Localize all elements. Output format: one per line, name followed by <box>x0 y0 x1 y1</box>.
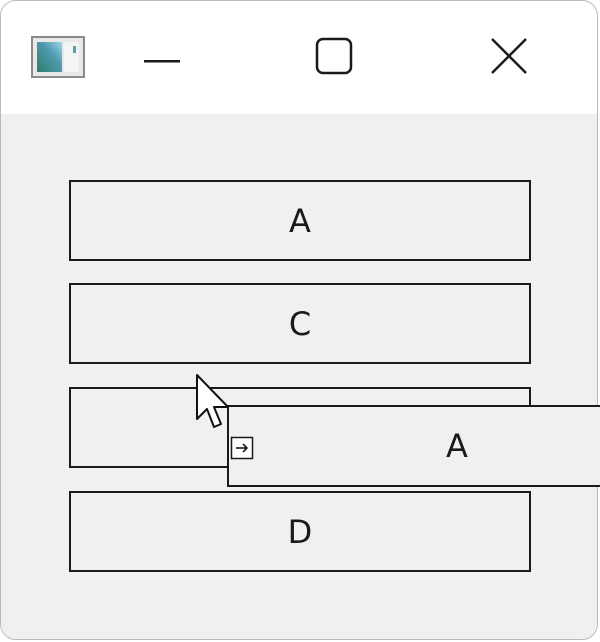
app-window-icon <box>31 36 85 78</box>
close-icon <box>489 36 529 80</box>
button-label: A <box>289 201 311 240</box>
maximize-button[interactable] <box>304 31 364 85</box>
minimize-icon <box>142 49 182 68</box>
title-bar[interactable] <box>1 1 597 114</box>
button-label: C <box>288 304 312 343</box>
button-a[interactable]: A <box>69 180 531 261</box>
drag-ghost-button-a[interactable]: A <box>227 405 600 487</box>
move-drop-icon <box>230 436 254 460</box>
button-c[interactable]: C <box>69 283 531 364</box>
close-button[interactable] <box>479 31 539 85</box>
drag-ghost-label: A <box>446 427 468 465</box>
button-label: D <box>287 512 313 551</box>
minimize-button[interactable] <box>132 31 192 85</box>
maximize-icon <box>315 37 353 79</box>
button-d[interactable]: D <box>69 491 531 572</box>
mouse-pointer-icon <box>194 373 232 431</box>
